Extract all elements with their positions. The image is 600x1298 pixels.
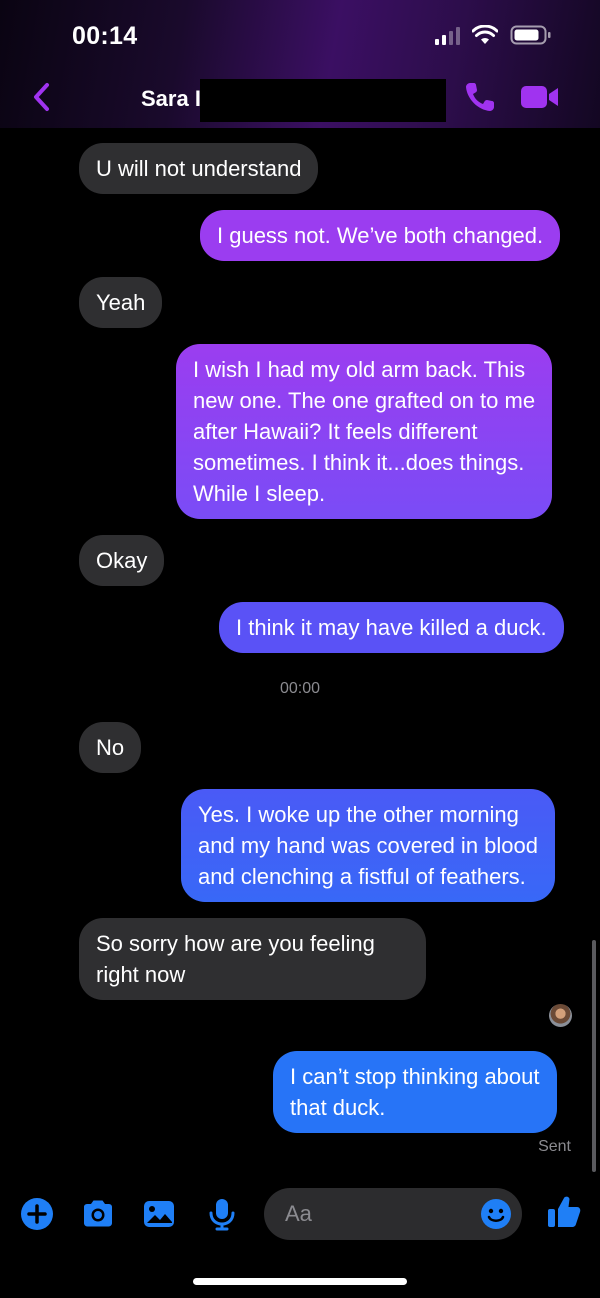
incoming-message[interactable]: Yeah	[79, 277, 163, 328]
phone-icon[interactable]	[462, 79, 498, 115]
timestamp: 00:00	[279, 680, 321, 697]
status-time: 00:14	[72, 22, 138, 50]
chevron-left-icon[interactable]	[28, 80, 58, 114]
incoming-message[interactable]: No	[79, 722, 142, 773]
cellular-signal-icon	[435, 25, 460, 45]
status-icons	[435, 24, 552, 46]
message-line: and clenching a fistful of feathers.	[198, 864, 526, 889]
contact-name[interactable]: Sara I	[141, 86, 201, 112]
image-icon[interactable]	[141, 1196, 177, 1232]
message-input[interactable]: Aa	[264, 1188, 522, 1240]
outgoing-message[interactable]: I can’t stop thinking about that duck.	[273, 1051, 557, 1133]
message-line: While I sleep.	[193, 481, 326, 506]
message-line: I can’t stop thinking about	[290, 1064, 540, 1089]
emoji-icon[interactable]	[480, 1198, 512, 1230]
message-line: that duck.	[290, 1095, 386, 1120]
video-camera-icon[interactable]	[520, 82, 560, 112]
microphone-icon[interactable]	[204, 1196, 240, 1232]
incoming-message[interactable]: So sorry how are you feeling right now	[79, 918, 426, 1000]
scrollbar[interactable]	[592, 940, 596, 1172]
outgoing-message[interactable]: I think it may have killed a duck.	[219, 602, 564, 653]
incoming-message[interactable]: U will not understand	[79, 143, 319, 194]
message-line: and my hand was covered in blood	[198, 833, 538, 858]
delivery-status: Sent	[538, 1138, 571, 1155]
incoming-message[interactable]: Okay	[79, 535, 165, 586]
message-line: new one. The one grafted on to me	[193, 388, 536, 413]
message-line: I wish I had my old arm back. This	[193, 357, 526, 382]
message-line: Yes. I woke up the other morning	[198, 802, 519, 827]
message-line: So sorry how are you feeling	[96, 931, 375, 956]
home-indicator[interactable]	[193, 1278, 407, 1285]
outgoing-message[interactable]: Yes. I woke up the other morning and my …	[181, 789, 555, 902]
plus-icon[interactable]	[19, 1196, 55, 1232]
message-line: right now	[96, 962, 186, 987]
outgoing-message[interactable]: I guess not. We’ve both changed.	[200, 210, 561, 261]
wifi-icon	[472, 25, 498, 44]
camera-icon[interactable]	[80, 1196, 116, 1232]
avatar	[549, 1004, 572, 1027]
thumbs-up-icon[interactable]	[545, 1193, 583, 1231]
redaction-box	[200, 79, 446, 122]
outgoing-message[interactable]: I wish I had my old arm back. This new o…	[176, 344, 553, 519]
message-line: sometimes. I think it...does things.	[193, 450, 525, 475]
battery-icon	[510, 25, 551, 45]
message-input-placeholder: Aa	[285, 1201, 312, 1226]
message-line: after Hawaii? It feels different	[193, 419, 478, 444]
